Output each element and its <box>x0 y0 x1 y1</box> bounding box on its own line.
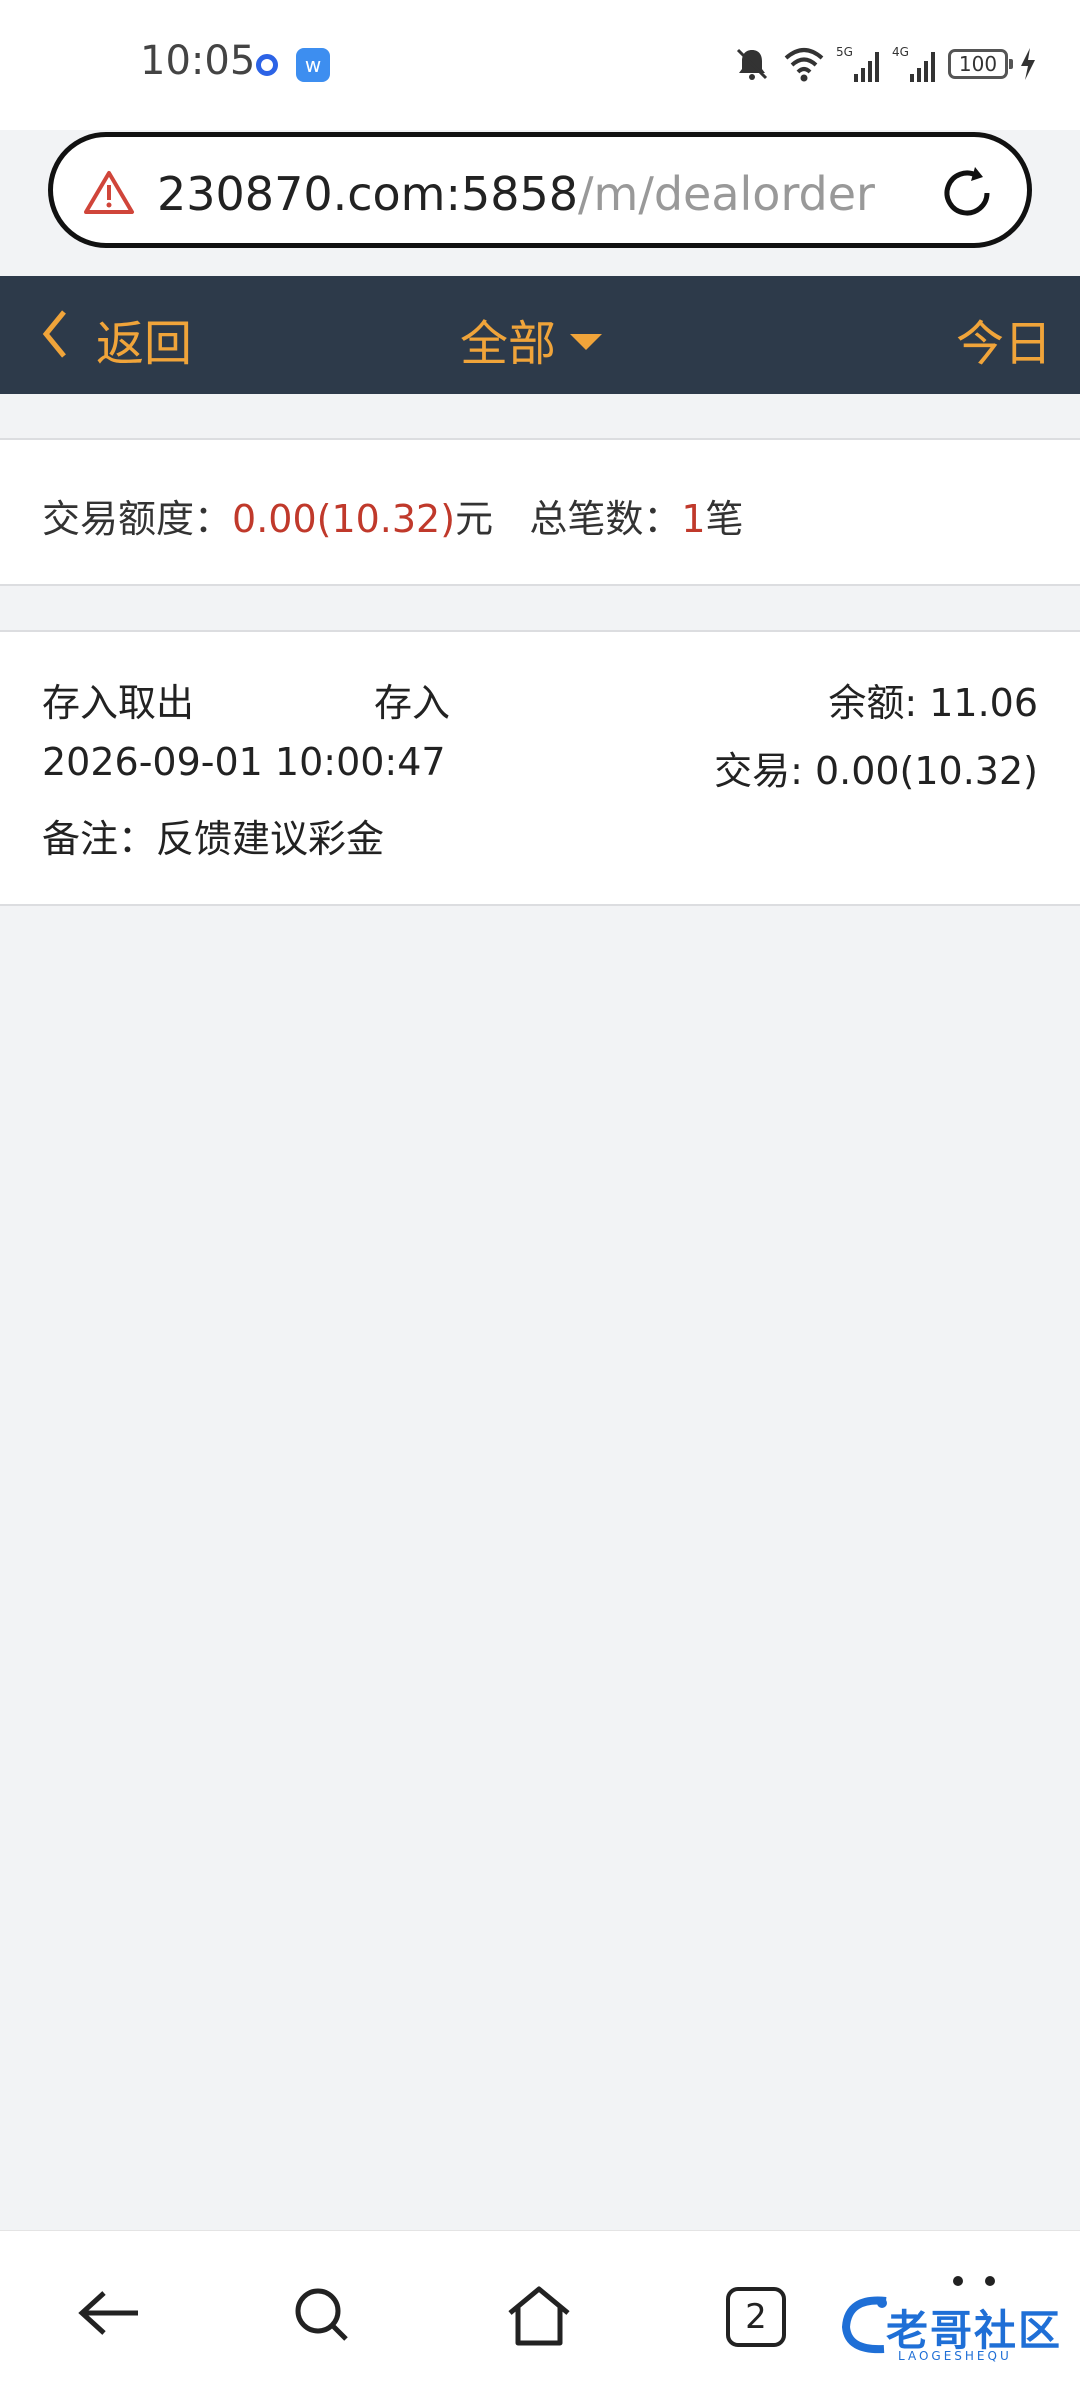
wifi-icon <box>784 48 824 82</box>
record-type: 存入 <box>374 681 451 725</box>
list-item[interactable]: 存入取出 存入 余额: 11.06 2026-09-01 10:00:47 交易… <box>0 630 1080 906</box>
watermark-subtext: LAOGESHEQU <box>898 2349 1012 2363</box>
url-host: 230870.com:5858 <box>157 167 579 221</box>
reload-icon[interactable] <box>937 163 997 223</box>
record-note: 备注：反馈建议彩金 <box>42 817 385 861</box>
record-datetime: 2026-09-01 10:00:47 <box>42 740 446 784</box>
more-dots-icon[interactable] <box>944 2271 1004 2291</box>
back-chevron-icon[interactable] <box>38 304 72 364</box>
app-badge-icon <box>256 54 278 76</box>
watermark-logo: 老哥社区 LAOGESHEQU <box>838 2296 1068 2377</box>
filter-dropdown[interactable]: 全部 <box>460 304 603 374</box>
back-arrow-icon[interactable] <box>72 2283 142 2343</box>
mute-bell-icon <box>736 48 768 80</box>
browser-bottom-bar: 2 老哥社区 LAOGESHEQU <box>0 2230 1080 2401</box>
amount-unit: 元 <box>455 497 494 541</box>
search-icon[interactable] <box>290 2283 356 2349</box>
record-category: 存入取出 <box>42 681 195 725</box>
filter-label: 全部 <box>460 316 557 372</box>
status-bar: 10:05 w 5G 4G 100 <box>0 0 1080 130</box>
count-value: 1 <box>681 497 706 541</box>
address-bar[interactable]: 230870.com:5858/m/dealorder <box>48 132 1032 248</box>
app-w-icon: w <box>296 48 330 82</box>
summary-card: 交易额度：0.00(10.32)元 总笔数：1笔 <box>0 438 1080 586</box>
tabs-button[interactable]: 2 <box>726 2287 786 2347</box>
network-5g-label: 5G <box>836 45 853 59</box>
amount-label: 交易额度： <box>42 497 233 541</box>
back-button[interactable]: 返回 <box>96 304 192 374</box>
record-amount: 交易: 0.00(10.32) <box>714 749 1038 793</box>
url-path: /m/dealorder <box>578 167 875 221</box>
caret-down-icon <box>570 334 603 350</box>
battery-icon: 100 <box>948 49 1013 79</box>
warning-icon[interactable] <box>83 169 135 215</box>
url-text[interactable]: 230870.com:5858/m/dealorder <box>157 167 875 221</box>
status-time: 10:05 <box>140 38 256 84</box>
record-balance: 余额: 11.06 <box>828 681 1038 725</box>
today-button[interactable]: 今日 <box>956 304 1052 374</box>
home-icon[interactable] <box>504 2283 574 2349</box>
battery-level: 100 <box>958 52 998 76</box>
count-label: 总笔数： <box>529 497 682 541</box>
nav-header: 返回 全部 今日 <box>0 276 1080 394</box>
count-unit: 笔 <box>705 497 744 541</box>
status-icons: 5G 4G 100 <box>732 42 1038 86</box>
signal-5g-icon: 5G <box>836 45 879 82</box>
signal-4g-icon: 4G <box>892 45 935 82</box>
charging-icon <box>1021 48 1035 80</box>
network-4g-label: 4G <box>892 45 909 59</box>
amount-value: 0.00(10.32) <box>232 497 456 541</box>
summary-line: 交易额度：0.00(10.32)元 总笔数：1笔 <box>42 488 744 543</box>
